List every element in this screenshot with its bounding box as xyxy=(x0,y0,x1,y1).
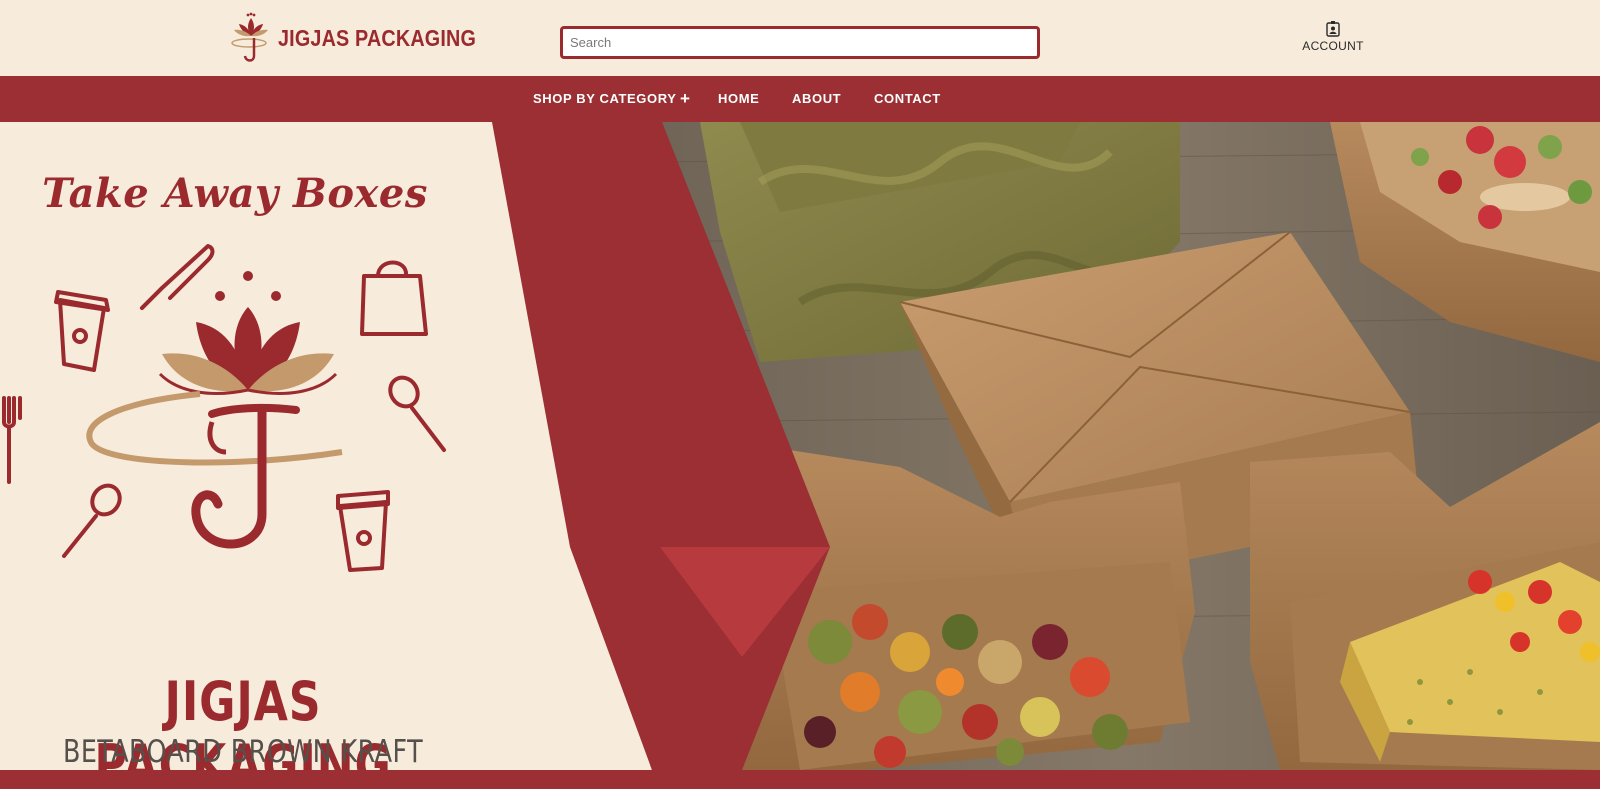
hero-banner[interactable]: Take Away Boxes JIGJAS PACKAGING BETABOA… xyxy=(0,122,1600,770)
search-box xyxy=(560,26,1040,59)
hero-subtitle: BETABOARD BROWN KRAFT BOXES xyxy=(62,734,424,770)
hero-script-title: Take Away Boxes xyxy=(42,170,428,217)
main-nav: SHOP BY CATEGORY + HOME ABOUT CONTACT xyxy=(0,76,1600,122)
search-input[interactable] xyxy=(563,29,1037,56)
nav-home[interactable]: HOME xyxy=(718,91,759,106)
brand-logo[interactable]: JIGJAS PACKAGING xyxy=(228,12,508,64)
nav-shop-by-category[interactable]: SHOP BY CATEGORY xyxy=(533,91,676,106)
lotus-logo-icon xyxy=(231,12,268,62)
bottom-strip xyxy=(0,770,1600,789)
nav-about[interactable]: ABOUT xyxy=(792,91,841,106)
nav-contact[interactable]: CONTACT xyxy=(874,91,941,106)
account-label: ACCOUNT xyxy=(1302,39,1364,53)
account-link[interactable]: ACCOUNT xyxy=(1300,20,1366,53)
account-badge-icon xyxy=(1326,21,1340,37)
plus-icon[interactable]: + xyxy=(680,89,690,109)
header: JIGJAS PACKAGING ACCOUNT xyxy=(0,0,1600,76)
brand-name: JIGJAS PACKAGING xyxy=(278,24,477,51)
